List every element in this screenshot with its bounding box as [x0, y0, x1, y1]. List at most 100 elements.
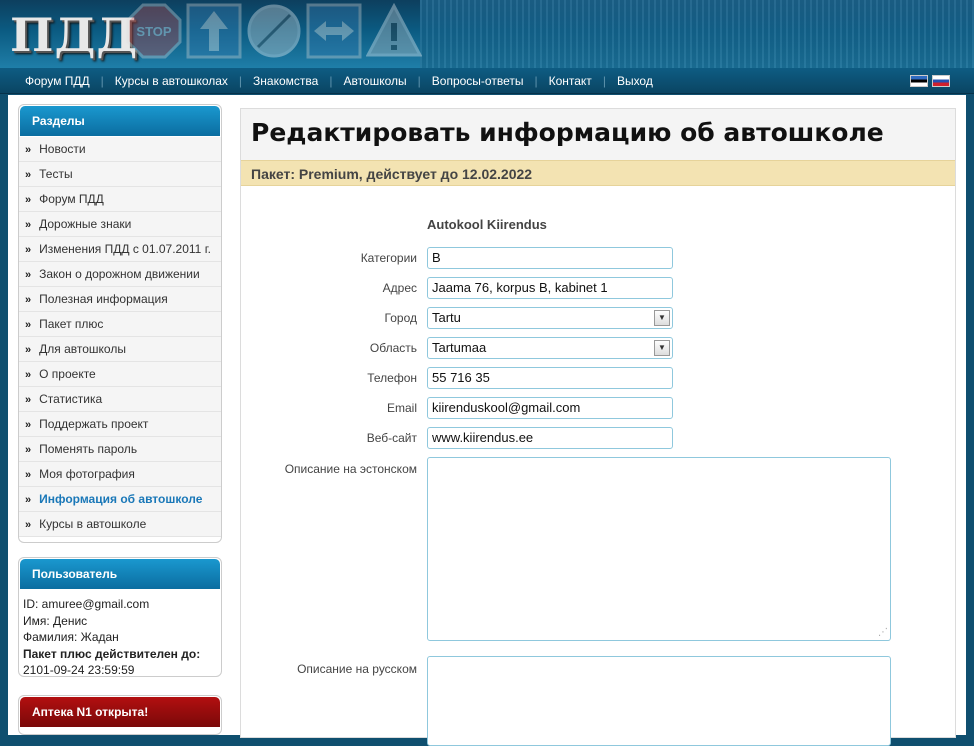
sidebar-item[interactable]: » Форум ПДД	[19, 187, 221, 212]
chevron-right-icon: »	[25, 469, 32, 481]
russian-flag-icon[interactable]	[932, 75, 950, 87]
chevron-right-icon: »	[25, 444, 32, 456]
stop-sign-icon: STOP	[126, 3, 182, 59]
sidebar-item-label: Дорожные знаки	[39, 217, 132, 231]
description-et-textarea[interactable]: ⋰	[427, 457, 891, 641]
sections-box: Разделы » Новости » Тесты » Форум ПДД » Дорожны…	[18, 104, 222, 543]
nav-driving-schools[interactable]: Автошколы	[332, 74, 417, 88]
language-switcher	[910, 75, 950, 87]
sidebar-item[interactable]: » Курсы в автошколе	[19, 512, 221, 537]
field-input[interactable]: www.kiirendus.ee	[427, 427, 673, 449]
chevron-right-icon: »	[25, 394, 32, 406]
sidebar-item-label: Курсы в автошколе	[39, 517, 147, 531]
sidebar-item[interactable]: » Моя фотография	[19, 462, 221, 487]
field-value: 55 716 35	[432, 370, 490, 385]
arrow-up-sign-icon	[186, 3, 242, 59]
sidebar-item[interactable]: » Дорожные знаки	[19, 212, 221, 237]
chevron-right-icon: »	[25, 269, 32, 281]
chevron-right-icon: »	[25, 144, 32, 156]
sidebar-item-label: Информация об автошколе	[39, 492, 203, 506]
sidebar-item-label: Поменять пароль	[39, 442, 138, 456]
sidebar-item-label: Пакет плюс	[39, 317, 104, 331]
user-id: ID: amuree@gmail.com	[23, 597, 150, 611]
nav-courses[interactable]: Курсы в автошколах	[104, 74, 239, 88]
header: ПДД STOP	[0, 0, 974, 68]
chevron-right-icon: »	[25, 194, 32, 206]
nav-dating[interactable]: Знакомства	[242, 74, 329, 88]
sidebar-item-label: Новости	[39, 142, 86, 156]
field-select[interactable]: Tartu ▼	[427, 307, 673, 329]
description-et-label: Описание на эстонском	[284, 462, 417, 476]
sidebar-item[interactable]: » Поддержать проект	[19, 412, 221, 437]
sidebar-item[interactable]: » Полезная информация	[19, 287, 221, 312]
page-title: Редактировать информацию об автошколе	[241, 109, 955, 160]
field-input[interactable]: kiirenduskool@gmail.com	[427, 397, 673, 419]
chevron-right-icon: »	[25, 319, 32, 331]
plus-package-label: Пакет плюс действителен до:	[23, 646, 201, 661]
user-last-name: Фамилия: Жадан	[23, 630, 119, 644]
sidebar-item[interactable]: » Для автошколы	[19, 337, 221, 362]
nav-forum[interactable]: Форум ПДД	[14, 74, 101, 88]
plus-package-date: 2101-09-24 23:59:59	[23, 663, 135, 677]
chevron-right-icon: »	[25, 294, 32, 306]
sidebar-item-label: Поддержать проект	[39, 417, 149, 431]
field-label: Адрес	[382, 281, 417, 295]
nav-logout[interactable]: Выход	[606, 74, 664, 88]
chevron-right-icon: »	[25, 519, 32, 531]
user-info: ID: amuree@gmail.com Имя: Денис Фамилия:…	[19, 590, 221, 685]
sidebar-item[interactable]: » Поменять пароль	[19, 437, 221, 462]
field-input[interactable]: Jaama 76, korpus B, kabinet 1	[427, 277, 673, 299]
field-value: Jaama 76, korpus B, kabinet 1	[432, 280, 608, 295]
warning-sign-icon	[366, 3, 422, 57]
end-restriction-sign-icon	[247, 4, 301, 58]
sidebar-item[interactable]: » Пакет плюс	[19, 312, 221, 337]
school-name: Autokool Kiirendus	[427, 217, 547, 232]
pharmacy-box: Аптека N1 открыта!	[18, 695, 222, 735]
field-select[interactable]: Tartumaa ▼	[427, 337, 673, 359]
chevron-right-icon: »	[25, 219, 32, 231]
two-way-arrow-sign-icon	[306, 3, 362, 59]
field-label: Email	[386, 401, 417, 415]
estonian-flag-icon[interactable]	[910, 75, 928, 87]
field-label: Город	[384, 311, 417, 325]
sidebar-item[interactable]: » О проекте	[19, 362, 221, 387]
sidebar-item-label: Форум ПДД	[39, 192, 104, 206]
field-input[interactable]: B	[427, 247, 673, 269]
description-ru-textarea[interactable]	[427, 656, 891, 746]
resize-grip-icon[interactable]: ⋰	[878, 628, 888, 638]
sidebar-item[interactable]: » Статистика	[19, 387, 221, 412]
field-value: www.kiirendus.ee	[432, 430, 534, 445]
sidebar-item[interactable]: » Закон о дорожном движении	[19, 262, 221, 287]
sections-list: » Новости» Тесты» Форум ПДД» Дорожные знаки»…	[19, 137, 221, 537]
field-label: Веб-сайт	[366, 431, 417, 445]
sidebar-item-label: Закон о дорожном движении	[39, 267, 200, 281]
chevron-down-icon[interactable]: ▼	[654, 340, 670, 356]
sidebar-item[interactable]: » Новости	[19, 137, 221, 162]
sidebar-item-label: Изменения ПДД с 01.07.2011 г.	[39, 242, 211, 256]
sidebar-item-label: Для автошколы	[39, 342, 126, 356]
site-logo[interactable]: ПДД	[10, 10, 138, 60]
user-box: Пользователь ID: amuree@gmail.com Имя: Д…	[18, 557, 222, 677]
chevron-right-icon: »	[25, 169, 32, 181]
main-panel: Редактировать информацию об автошколе Па…	[240, 108, 956, 746]
stop-sign-text: STOP	[136, 24, 171, 39]
sidebar-item[interactable]: » Изменения ПДД с 01.07.2011 г.	[19, 237, 221, 262]
nav-contact[interactable]: Контакт	[538, 74, 603, 88]
chevron-right-icon: »	[25, 244, 32, 256]
pharmacy-title[interactable]: Аптека N1 открыта!	[20, 697, 220, 727]
sidebar-item-label: Полезная информация	[39, 292, 168, 306]
field-value: kiirenduskool@gmail.com	[432, 400, 581, 415]
package-banner: Пакет: Premium, действует до 12.02.2022	[241, 160, 955, 186]
field-label: Область	[369, 341, 417, 355]
nav-faq[interactable]: Вопросы-ответы	[421, 74, 535, 88]
chevron-down-icon[interactable]: ▼	[654, 310, 670, 326]
sidebar-item[interactable]: » Информация об автошколе	[19, 487, 221, 512]
field-label: Категории	[360, 251, 417, 265]
sidebar-item[interactable]: » Тесты	[19, 162, 221, 187]
header-wave-background	[420, 0, 974, 68]
sidebar-item-label: Статистика	[39, 392, 103, 406]
chevron-right-icon: »	[25, 419, 32, 431]
field-input[interactable]: 55 716 35	[427, 367, 673, 389]
field-value: Tartumaa	[432, 340, 487, 355]
page-content: Разделы » Новости » Тесты » Форум ПДД » Дорожны…	[8, 95, 966, 746]
